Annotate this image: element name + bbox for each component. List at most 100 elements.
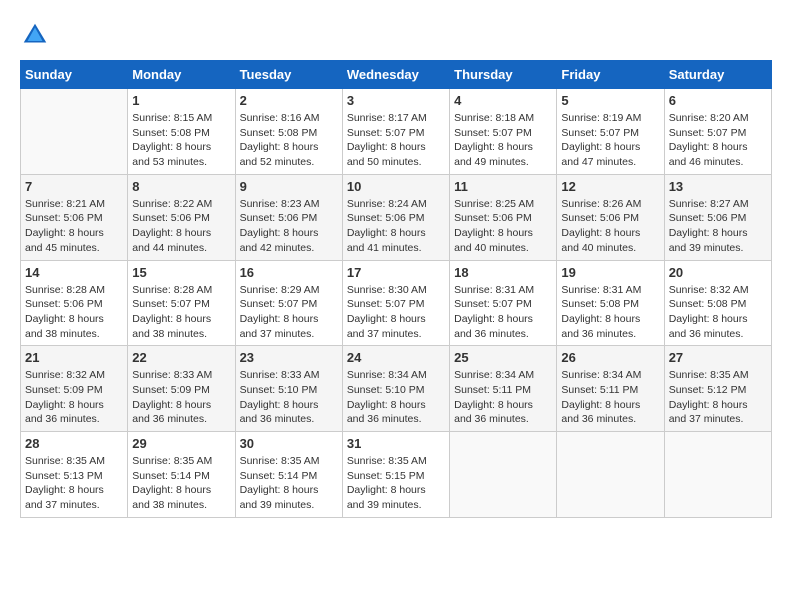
day-number: 2 xyxy=(240,93,338,108)
weekday-header: Tuesday xyxy=(235,61,342,89)
calendar-cell: 16 Sunrise: 8:29 AMSunset: 5:07 PMDayligh… xyxy=(235,260,342,346)
calendar-week-row: 7 Sunrise: 8:21 AMSunset: 5:06 PMDaylight… xyxy=(21,174,772,260)
day-number: 6 xyxy=(669,93,767,108)
calendar-cell: 3 Sunrise: 8:17 AMSunset: 5:07 PMDaylight… xyxy=(342,89,449,175)
day-number: 25 xyxy=(454,350,552,365)
calendar-cell: 1 Sunrise: 8:15 AMSunset: 5:08 PMDaylight… xyxy=(128,89,235,175)
page-header xyxy=(20,20,772,50)
day-number: 24 xyxy=(347,350,445,365)
day-number: 30 xyxy=(240,436,338,451)
day-number: 9 xyxy=(240,179,338,194)
calendar-table: SundayMondayTuesdayWednesdayThursdayFrid… xyxy=(20,60,772,518)
calendar-cell: 23 Sunrise: 8:33 AMSunset: 5:10 PMDayligh… xyxy=(235,346,342,432)
calendar-cell: 22 Sunrise: 8:33 AMSunset: 5:09 PMDayligh… xyxy=(128,346,235,432)
calendar-cell: 18 Sunrise: 8:31 AMSunset: 5:07 PMDayligh… xyxy=(450,260,557,346)
day-info: Sunrise: 8:32 AMSunset: 5:09 PMDaylight:… xyxy=(25,368,123,427)
calendar-cell xyxy=(450,432,557,518)
day-number: 8 xyxy=(132,179,230,194)
calendar-cell xyxy=(21,89,128,175)
day-number: 20 xyxy=(669,265,767,280)
calendar-cell: 30 Sunrise: 8:35 AMSunset: 5:14 PMDayligh… xyxy=(235,432,342,518)
day-info: Sunrise: 8:22 AMSunset: 5:06 PMDaylight:… xyxy=(132,197,230,256)
day-number: 15 xyxy=(132,265,230,280)
day-number: 3 xyxy=(347,93,445,108)
day-info: Sunrise: 8:30 AMSunset: 5:07 PMDaylight:… xyxy=(347,283,445,342)
calendar-cell xyxy=(664,432,771,518)
day-number: 31 xyxy=(347,436,445,451)
calendar-week-row: 14Sunrise: 8:28 AMSunset: 5:06 PMDayligh… xyxy=(21,260,772,346)
day-info: Sunrise: 8:17 AMSunset: 5:07 PMDaylight:… xyxy=(347,111,445,170)
calendar-week-row: 28 Sunrise: 8:35 AMSunset: 5:13 PMDayligh… xyxy=(21,432,772,518)
day-info: Sunrise: 8:25 AMSunset: 5:06 PMDaylight:… xyxy=(454,197,552,256)
day-info: Sunrise: 8:34 AMSunset: 5:11 PMDaylight:… xyxy=(561,368,659,427)
weekday-header: Wednesday xyxy=(342,61,449,89)
day-number: 23 xyxy=(240,350,338,365)
weekday-header-row: SundayMondayTuesdayWednesdayThursdayFrid… xyxy=(21,61,772,89)
day-number: 28 xyxy=(25,436,123,451)
day-number: 10 xyxy=(347,179,445,194)
day-info: Sunrise: 8:29 AMSunset: 5:07 PMDaylight:… xyxy=(240,283,338,342)
day-number: 5 xyxy=(561,93,659,108)
day-info: Sunrise: 8:28 AMSunset: 5:07 PMDaylight:… xyxy=(132,283,230,342)
day-number: 14 xyxy=(25,265,123,280)
day-info: Sunrise: 8:34 AMSunset: 5:11 PMDaylight:… xyxy=(454,368,552,427)
calendar-cell: 19 Sunrise: 8:31 AMSunset: 5:08 PMDayligh… xyxy=(557,260,664,346)
calendar-cell xyxy=(557,432,664,518)
calendar-cell: 7 Sunrise: 8:21 AMSunset: 5:06 PMDaylight… xyxy=(21,174,128,260)
day-info: Sunrise: 8:15 AMSunset: 5:08 PMDaylight:… xyxy=(132,111,230,170)
day-info: Sunrise: 8:35 AMSunset: 5:12 PMDaylight:… xyxy=(669,368,767,427)
weekday-header: Monday xyxy=(128,61,235,89)
calendar-cell: 12 Sunrise: 8:26 AMSunset: 5:06 PMDayligh… xyxy=(557,174,664,260)
logo-icon xyxy=(20,20,50,50)
day-info: Sunrise: 8:34 AMSunset: 5:10 PMDaylight:… xyxy=(347,368,445,427)
day-number: 26 xyxy=(561,350,659,365)
logo xyxy=(20,20,54,50)
day-info: Sunrise: 8:21 AMSunset: 5:06 PMDaylight:… xyxy=(25,197,123,256)
day-info: Sunrise: 8:33 AMSunset: 5:09 PMDaylight:… xyxy=(132,368,230,427)
day-info: Sunrise: 8:23 AMSunset: 5:06 PMDaylight:… xyxy=(240,197,338,256)
day-number: 17 xyxy=(347,265,445,280)
calendar-cell: 29Sunrise: 8:35 AMSunset: 5:14 PMDayligh… xyxy=(128,432,235,518)
day-number: 22 xyxy=(132,350,230,365)
day-info: Sunrise: 8:20 AMSunset: 5:07 PMDaylight:… xyxy=(669,111,767,170)
day-info: Sunrise: 8:35 AMSunset: 5:13 PMDaylight:… xyxy=(25,454,123,513)
calendar-cell: 11Sunrise: 8:25 AMSunset: 5:06 PMDayligh… xyxy=(450,174,557,260)
calendar-cell: 31Sunrise: 8:35 AMSunset: 5:15 PMDayligh… xyxy=(342,432,449,518)
calendar-cell: 8 Sunrise: 8:22 AMSunset: 5:06 PMDaylight… xyxy=(128,174,235,260)
day-number: 16 xyxy=(240,265,338,280)
calendar-cell: 17 Sunrise: 8:30 AMSunset: 5:07 PMDayligh… xyxy=(342,260,449,346)
day-info: Sunrise: 8:27 AMSunset: 5:06 PMDaylight:… xyxy=(669,197,767,256)
day-number: 7 xyxy=(25,179,123,194)
calendar-cell: 10Sunrise: 8:24 AMSunset: 5:06 PMDayligh… xyxy=(342,174,449,260)
day-number: 21 xyxy=(25,350,123,365)
calendar-cell: 5 Sunrise: 8:19 AMSunset: 5:07 PMDaylight… xyxy=(557,89,664,175)
calendar-cell: 24 Sunrise: 8:34 AMSunset: 5:10 PMDayligh… xyxy=(342,346,449,432)
day-info: Sunrise: 8:19 AMSunset: 5:07 PMDaylight:… xyxy=(561,111,659,170)
day-info: Sunrise: 8:31 AMSunset: 5:08 PMDaylight:… xyxy=(561,283,659,342)
calendar-cell: 26 Sunrise: 8:34 AMSunset: 5:11 PMDayligh… xyxy=(557,346,664,432)
weekday-header: Friday xyxy=(557,61,664,89)
calendar-cell: 4Sunrise: 8:18 AMSunset: 5:07 PMDaylight… xyxy=(450,89,557,175)
day-number: 1 xyxy=(132,93,230,108)
calendar-cell: 28 Sunrise: 8:35 AMSunset: 5:13 PMDayligh… xyxy=(21,432,128,518)
day-number: 13 xyxy=(669,179,767,194)
calendar-week-row: 1 Sunrise: 8:15 AMSunset: 5:08 PMDaylight… xyxy=(21,89,772,175)
day-info: Sunrise: 8:33 AMSunset: 5:10 PMDaylight:… xyxy=(240,368,338,427)
calendar-cell: 13 Sunrise: 8:27 AMSunset: 5:06 PMDayligh… xyxy=(664,174,771,260)
calendar-cell: 15 Sunrise: 8:28 AMSunset: 5:07 PMDayligh… xyxy=(128,260,235,346)
weekday-header: Sunday xyxy=(21,61,128,89)
day-info: Sunrise: 8:31 AMSunset: 5:07 PMDaylight:… xyxy=(454,283,552,342)
day-number: 12 xyxy=(561,179,659,194)
day-info: Sunrise: 8:16 AMSunset: 5:08 PMDaylight:… xyxy=(240,111,338,170)
calendar-cell: 21 Sunrise: 8:32 AMSunset: 5:09 PMDayligh… xyxy=(21,346,128,432)
calendar-cell: 14Sunrise: 8:28 AMSunset: 5:06 PMDayligh… xyxy=(21,260,128,346)
calendar-cell: 2 Sunrise: 8:16 AMSunset: 5:08 PMDaylight… xyxy=(235,89,342,175)
calendar-cell: 20Sunrise: 8:32 AMSunset: 5:08 PMDayligh… xyxy=(664,260,771,346)
calendar-cell: 25 Sunrise: 8:34 AMSunset: 5:11 PMDayligh… xyxy=(450,346,557,432)
day-number: 18 xyxy=(454,265,552,280)
day-info: Sunrise: 8:35 AMSunset: 5:14 PMDaylight:… xyxy=(240,454,338,513)
day-number: 19 xyxy=(561,265,659,280)
calendar-week-row: 21 Sunrise: 8:32 AMSunset: 5:09 PMDayligh… xyxy=(21,346,772,432)
day-info: Sunrise: 8:26 AMSunset: 5:06 PMDaylight:… xyxy=(561,197,659,256)
day-number: 27 xyxy=(669,350,767,365)
